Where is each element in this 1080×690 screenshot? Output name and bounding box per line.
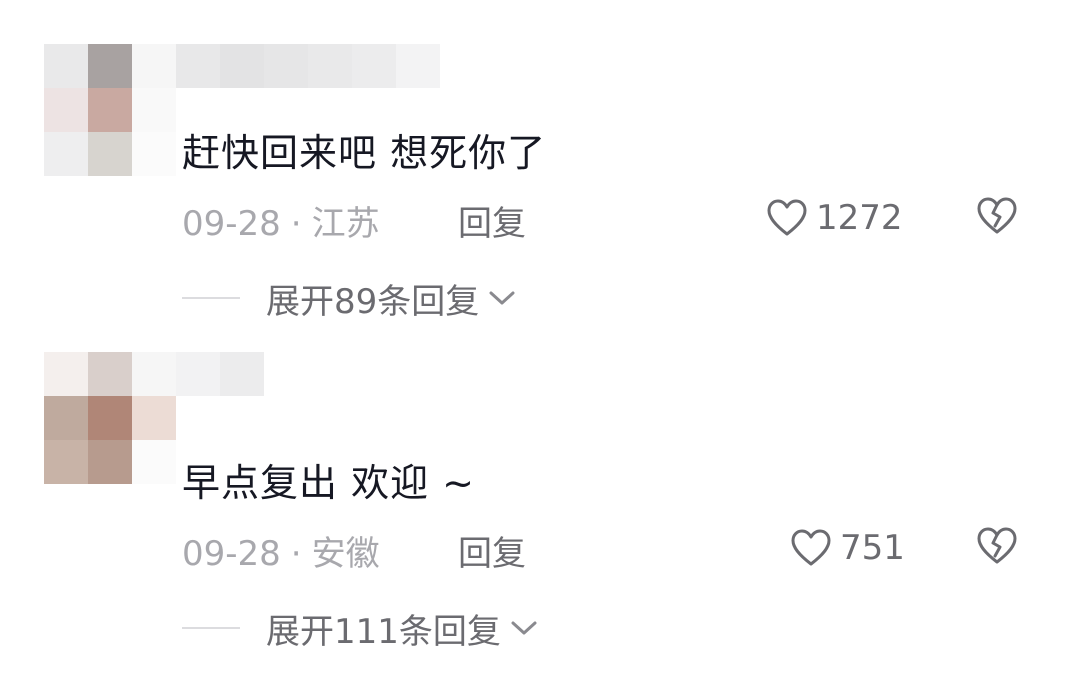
avatar-pixel — [132, 396, 176, 440]
username-pixel — [220, 44, 264, 88]
avatar-pixel — [88, 352, 132, 396]
dislike-button[interactable] — [976, 196, 1020, 240]
username-pixel — [176, 44, 220, 88]
avatar-pixel — [44, 132, 88, 176]
comment-item: 赶快回来吧 想死你了 09-28 · 江苏 回复 1272 展开89条回复 — [0, 0, 1080, 330]
comment-meta: 09-28 · 安徽 — [182, 526, 380, 575]
avatar-pixel — [44, 440, 88, 484]
like-button[interactable]: 751 — [790, 526, 905, 570]
username-pixel — [264, 44, 308, 88]
avatar-pixel — [132, 352, 176, 396]
divider-line — [182, 297, 240, 299]
comment-text: 赶快回来吧 想死你了 — [182, 131, 547, 175]
avatar-pixel — [88, 396, 132, 440]
expand-replies-button[interactable]: 展开89条回复 — [182, 276, 519, 322]
dislike-button[interactable] — [976, 526, 1020, 570]
avatar-pixel — [44, 396, 88, 440]
chevron-down-icon — [489, 291, 515, 305]
comment-item: 早点复出 欢迎 ~ 09-28 · 安徽 回复 751 展开111条回复 — [0, 330, 1080, 660]
username-pixel — [220, 352, 264, 396]
username-blurred[interactable] — [176, 352, 264, 396]
heart-outline-icon — [767, 199, 807, 236]
comment-location: 江苏 — [311, 204, 380, 244]
avatar-pixel — [44, 352, 88, 396]
like-count: 1272 — [816, 198, 903, 238]
avatar-pixel — [88, 44, 132, 88]
username-pixel — [352, 44, 396, 88]
username-pixel — [308, 44, 352, 88]
chevron-down-icon — [511, 621, 537, 635]
heart-outline-icon — [791, 529, 831, 566]
expand-replies-label: 展开89条回复 — [266, 281, 480, 322]
comment-location: 安徽 — [311, 534, 380, 574]
avatar-pixel — [88, 88, 132, 132]
divider-line — [182, 627, 240, 629]
avatar-pixel — [132, 88, 176, 132]
meta-separator: · — [290, 204, 302, 244]
avatar-pixel — [44, 88, 88, 132]
username-pixel — [176, 352, 220, 396]
comment-meta: 09-28 · 江苏 — [182, 196, 380, 245]
expand-replies-label: 展开111条回复 — [266, 611, 501, 652]
username-pixel — [396, 44, 440, 88]
broken-heart-icon — [977, 527, 1017, 564]
like-button[interactable]: 1272 — [766, 196, 903, 240]
reply-button[interactable]: 回复 — [458, 526, 526, 575]
comment-date: 09-28 — [182, 204, 281, 244]
avatar-pixel — [132, 132, 176, 176]
avatar-pixel — [132, 440, 176, 484]
meta-separator: · — [290, 534, 302, 574]
comment-date: 09-28 — [182, 534, 281, 574]
avatar-pixel — [44, 44, 88, 88]
avatar[interactable] — [44, 44, 176, 176]
reply-button[interactable]: 回复 — [458, 196, 526, 245]
username-blurred[interactable] — [176, 44, 440, 88]
broken-heart-icon — [977, 197, 1017, 234]
avatar-pixel — [88, 132, 132, 176]
avatar-pixel — [132, 44, 176, 88]
like-count: 751 — [840, 528, 905, 568]
avatar[interactable] — [44, 352, 176, 484]
avatar-pixel — [88, 440, 132, 484]
expand-replies-button[interactable]: 展开111条回复 — [182, 606, 541, 652]
comment-text: 早点复出 欢迎 ~ — [182, 461, 475, 505]
